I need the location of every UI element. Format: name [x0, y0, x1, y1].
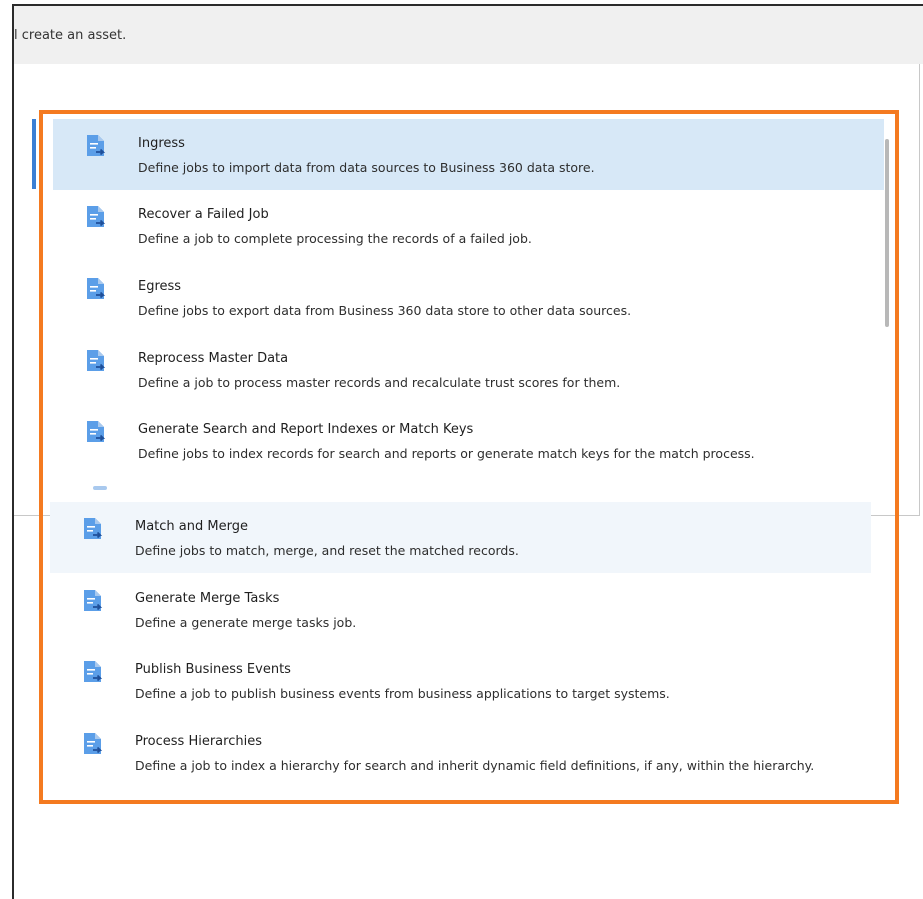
- selection-accent-bar: [32, 119, 36, 189]
- dialog-instruction-text: l create an asset.: [14, 28, 127, 43]
- dialog-header-strip: l create an asset.: [14, 6, 923, 64]
- highlight-annotation-box: [39, 110, 899, 804]
